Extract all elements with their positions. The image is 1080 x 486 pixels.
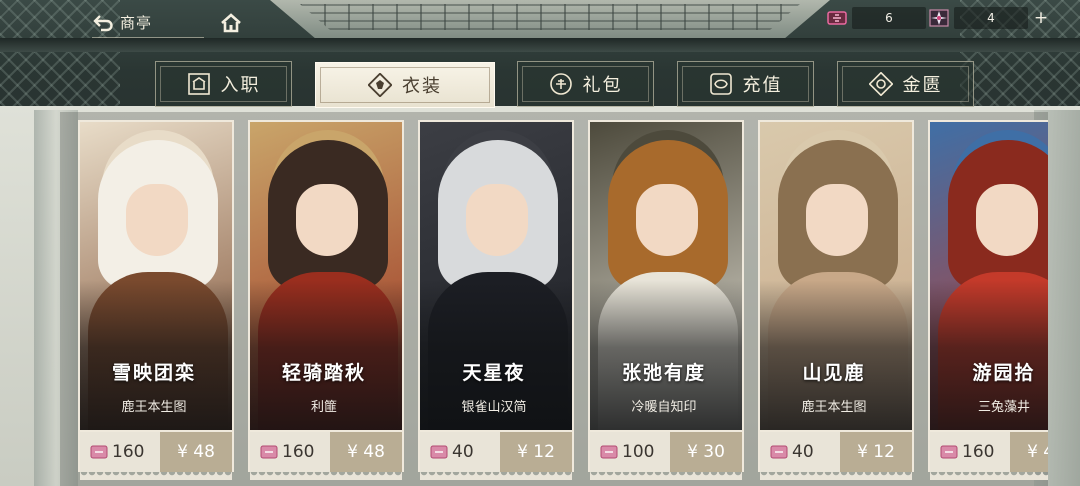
recharge-icon [709, 73, 732, 95]
outfit-series: 银雀山汉简 [461, 400, 527, 415]
gift-icon [549, 73, 572, 95]
outfit-icon [368, 73, 392, 97]
outfit-card[interactable]: 张弛有度 冷暖自知印 100 ¥ 30 [588, 120, 744, 482]
outfit-artwork [758, 120, 914, 432]
coupon-price: 160 [282, 442, 315, 462]
tab-label: 入职 [220, 75, 261, 96]
cash-price-button[interactable]: ¥ 48 [1010, 432, 1048, 472]
page-title: 商亭 [120, 14, 153, 32]
outfit-name: 天星夜 [462, 362, 526, 384]
outfit-series: 三兔藻井 [977, 400, 1030, 415]
coupon-price: 40 [452, 442, 474, 462]
coupon-icon [90, 445, 108, 459]
outfit-card[interactable]: 游园拾 三兔藻井 160 ¥ 48 [928, 120, 1048, 482]
outfit-artwork [78, 120, 234, 432]
outfit-name: 山见鹿 [802, 362, 866, 384]
cash-price-button[interactable]: ¥ 30 [670, 432, 742, 472]
outfit-name: 张弛有度 [621, 362, 706, 384]
price-bar: 100 ¥ 30 [588, 432, 744, 480]
outfit-card[interactable]: 轻骑踏秋 利篚 160 ¥ 48 [248, 120, 404, 482]
price-bar: 40 ¥ 12 [418, 432, 574, 480]
coupon-icon [770, 445, 788, 459]
price-bar: 160 ¥ 48 [248, 432, 404, 480]
tab-label: 礼包 [582, 75, 623, 96]
currency-gem: 4 + [928, 6, 1050, 30]
coupon-price: 160 [112, 442, 145, 462]
outfit-series: 利篚 [310, 400, 337, 415]
outfit-artwork [248, 120, 404, 432]
coupon-icon [260, 445, 278, 459]
outfit-shelf[interactable]: 雪映团栾 鹿王本生图 160 ¥ 48 轻骑踏秋 利篚 160 ¥ 48 天星夜… [60, 112, 1048, 486]
treasure-icon [868, 72, 893, 96]
outfit-card[interactable]: 雪映团栾 鹿王本生图 160 ¥ 48 [78, 120, 234, 482]
price-bar: 40 ¥ 12 [758, 432, 914, 480]
tab-treasure[interactable]: 金匮 [837, 61, 974, 107]
coupon-price: 160 [962, 442, 995, 462]
outfit-series: 鹿王本生图 [121, 400, 187, 415]
outfit-card[interactable]: 山见鹿 鹿王本生图 40 ¥ 12 [758, 120, 914, 482]
coupon-icon [430, 445, 448, 459]
outfit-artwork [588, 120, 744, 432]
outfit-artwork [418, 120, 574, 432]
tab-label: 充值 [742, 75, 783, 96]
back-button[interactable]: 商亭 [92, 8, 204, 38]
outfit-name: 轻骑踏秋 [281, 362, 366, 384]
tab-recruit[interactable]: 入职 [155, 61, 292, 107]
outfit-series: 冷暖自知印 [631, 400, 697, 415]
back-arrow-icon [93, 14, 113, 31]
cash-price-button[interactable]: ¥ 12 [840, 432, 912, 472]
tab-gift-packs[interactable]: 礼包 [517, 61, 654, 107]
outfit-name: 游园拾 [972, 362, 1036, 384]
gem-count: 4 [954, 7, 1028, 29]
shop-icon [187, 73, 210, 95]
outfit-name: 雪映团栾 [111, 362, 196, 384]
ceiling-beam [0, 38, 1080, 52]
home-icon[interactable] [220, 12, 242, 34]
star-gem-icon [929, 9, 949, 27]
tab-label: 金匮 [902, 75, 943, 96]
coupon-price: 40 [792, 442, 814, 462]
cash-price-button[interactable]: ¥ 12 [500, 432, 572, 472]
cash-price-button[interactable]: ¥ 48 [160, 432, 232, 472]
coupon-icon [600, 445, 618, 459]
coupon-icon [827, 11, 847, 25]
price-bar: 160 ¥ 48 [78, 432, 234, 480]
coupon-count: 6 [852, 7, 926, 29]
coupon-price: 100 [622, 442, 655, 462]
price-bar: 160 ¥ 48 [928, 432, 1048, 480]
outfit-artwork [928, 120, 1048, 432]
coupon-icon [940, 445, 958, 459]
tab-label: 衣装 [402, 76, 442, 97]
cash-price-button[interactable]: ¥ 48 [330, 432, 402, 472]
outfit-series: 鹿王本生图 [801, 400, 867, 415]
tab-recharge[interactable]: 充值 [677, 61, 814, 107]
outfit-card[interactable]: 天星夜 银雀山汉简 40 ¥ 12 [418, 120, 574, 482]
add-gem-button[interactable]: + [1032, 8, 1050, 28]
skylight-grid [300, 4, 800, 30]
tab-outfits[interactable]: 衣装 [315, 62, 495, 108]
